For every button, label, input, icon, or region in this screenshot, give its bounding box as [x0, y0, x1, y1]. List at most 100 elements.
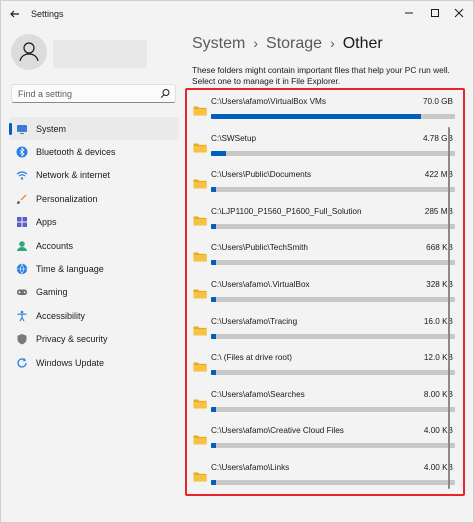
folder-path: C:\LJP1100_P1560_P1600_Full_Solution: [211, 206, 362, 216]
folder-icon: [193, 179, 207, 189]
folder-icon: [193, 399, 207, 409]
back-arrow-icon[interactable]: [7, 6, 23, 22]
scrollbar[interactable]: [448, 127, 450, 489]
folder-icon: [193, 362, 207, 372]
shield-icon: [17, 334, 27, 345]
apps-icon: [17, 217, 27, 228]
folder-icon: [193, 252, 207, 262]
folder-icon: [193, 326, 207, 336]
search-placeholder: Find a setting: [18, 89, 73, 99]
sidebar-item-label: System: [36, 123, 67, 134]
folder-row[interactable]: C:\SWSetup 4.78 GB: [193, 131, 455, 165]
close-icon[interactable]: [449, 4, 469, 22]
usage-bar: [211, 114, 455, 119]
folder-row[interactable]: C:\Users\Public\Documents 422 MB: [193, 167, 455, 201]
usage-bar: [211, 260, 455, 266]
usage-bar-fill: [211, 480, 216, 485]
sidebar-item-gamepad[interactable]: Gaming: [9, 281, 179, 304]
sidebar-nav: System Bluetooth & devices Network & inter…: [9, 117, 179, 374]
sidebar-item-label: Accessibility: [36, 310, 86, 321]
folder-path: C:\Users\afamo\VirtualBox VMs: [211, 97, 326, 106]
sidebar-item-globe[interactable]: Time & language: [9, 257, 179, 280]
usage-bar-fill: [211, 260, 216, 266]
sidebar-item-label: Accounts: [36, 240, 74, 251]
folder-path: C:\Users\afamo\Links: [211, 463, 290, 472]
folder-icon: [193, 435, 207, 445]
user-icon: [19, 42, 39, 62]
sidebar-item-account[interactable]: Accounts: [9, 234, 179, 257]
breadcrumb-system[interactable]: System: [192, 35, 245, 52]
folder-icon: [193, 106, 207, 116]
breadcrumb-separator: ›: [253, 35, 259, 51]
usage-bar: [211, 443, 455, 449]
sidebar-item-label: Privacy & security: [36, 334, 108, 345]
sidebar-item-label: Gaming: [36, 287, 68, 298]
folder-row[interactable]: C:\ (Files at drive root) 12.0 KB: [193, 350, 455, 384]
gamepad-icon: [17, 289, 27, 296]
folder-row[interactable]: C:\Users\afamo\Tracing 16.0 KB: [193, 314, 455, 348]
breadcrumb-separator: ›: [330, 35, 335, 51]
system-icon: [17, 124, 27, 134]
accessibility-icon: [17, 310, 27, 322]
profile-name-redacted: [53, 40, 147, 68]
sidebar-item-label: Apps: [36, 217, 57, 228]
sidebar-item-shield[interactable]: Privacy & security: [9, 328, 179, 351]
maximize-icon[interactable]: [425, 4, 445, 22]
bluetooth-icon: [16, 146, 28, 158]
usage-bar: [211, 297, 455, 302]
sidebar-item-brush[interactable]: Personalization: [9, 187, 179, 210]
minimize-icon[interactable]: [399, 4, 419, 22]
folder-path: C:\ (Files at drive root): [211, 353, 292, 363]
folder-icon: [193, 143, 207, 153]
folder-row[interactable]: C:\Users\afamo\Links 4.00 KB: [193, 460, 455, 494]
sidebar-item-apps[interactable]: Apps: [9, 211, 179, 234]
folder-icon: [193, 472, 207, 482]
page-title: Other: [342, 35, 383, 52]
sidebar-item-label: Personalization: [36, 193, 98, 204]
brush-icon: [17, 194, 27, 204]
sidebar-item-label: Network & internet: [36, 170, 111, 181]
sidebar-item-label: Time & language: [36, 264, 104, 275]
folder-icon: [193, 289, 207, 299]
folder-row[interactable]: C:\LJP1100_P1560_P1600_Full_Solution 285 …: [193, 204, 455, 238]
page-description: These folders might contain important fi…: [192, 65, 450, 86]
folder-row[interactable]: C:\Users\afamo\Creative Cloud Files 4.00 …: [193, 423, 455, 457]
usage-bar-fill: [211, 223, 216, 229]
folder-row[interactable]: C:\Users\afamo\Searches 8.00 KB: [193, 387, 455, 421]
sidebar-item-system[interactable]: System: [9, 117, 179, 141]
usage-bar: [211, 370, 455, 376]
sidebar-item-wifi[interactable]: Network & internet: [9, 164, 179, 187]
sidebar-item-accessibility[interactable]: Accessibility: [9, 304, 179, 327]
breadcrumb: System › Storage › Other: [192, 35, 383, 53]
usage-bar: [211, 333, 455, 339]
folder-row[interactable]: C:\Users\Public\TechSmith 668 KB: [193, 240, 455, 274]
title-bar: Settings: [1, 1, 473, 27]
sidebar-item-update[interactable]: Windows Update: [9, 351, 179, 374]
folder-path: C:\Users\afamo\Searches: [211, 389, 305, 399]
folder-row[interactable]: C:\Users\afamo\.VirtualBox 328 KB: [193, 277, 455, 311]
folder-path: C:\SWSetup: [211, 133, 257, 143]
folder-row[interactable]: C:\Users\afamo\VirtualBox VMs 70.0 GB: [193, 94, 455, 128]
usage-bar: [211, 150, 455, 156]
folder-list-highlight: C:\Users\afamo\VirtualBox VMs 70.0 GB C:\S…: [185, 88, 465, 496]
usage-bar-fill: [211, 150, 226, 156]
sidebar-item-label: Bluetooth & devices: [36, 147, 116, 158]
breadcrumb-storage[interactable]: Storage: [266, 35, 322, 52]
app-title: Settings: [31, 9, 64, 19]
sidebar-item-bluetooth[interactable]: Bluetooth & devices: [9, 140, 179, 163]
account-icon: [17, 240, 27, 251]
wifi-icon: [16, 171, 28, 181]
usage-bar-fill: [211, 333, 216, 339]
folder-path: C:\Users\Public\Documents: [211, 170, 312, 180]
folder-path: C:\Users\Public\TechSmith: [211, 243, 308, 253]
usage-bar-fill: [211, 370, 216, 376]
folder-icon: [193, 216, 207, 226]
folder-path: C:\Users\afamo\Creative Cloud Files: [211, 426, 344, 436]
usage-bar: [211, 480, 455, 485]
active-indicator: [9, 123, 12, 135]
usage-bar: [211, 223, 455, 229]
avatar[interactable]: [11, 34, 47, 70]
search-input[interactable]: Find a setting: [11, 84, 176, 103]
usage-bar-fill: [211, 406, 216, 412]
usage-bar: [211, 406, 455, 412]
